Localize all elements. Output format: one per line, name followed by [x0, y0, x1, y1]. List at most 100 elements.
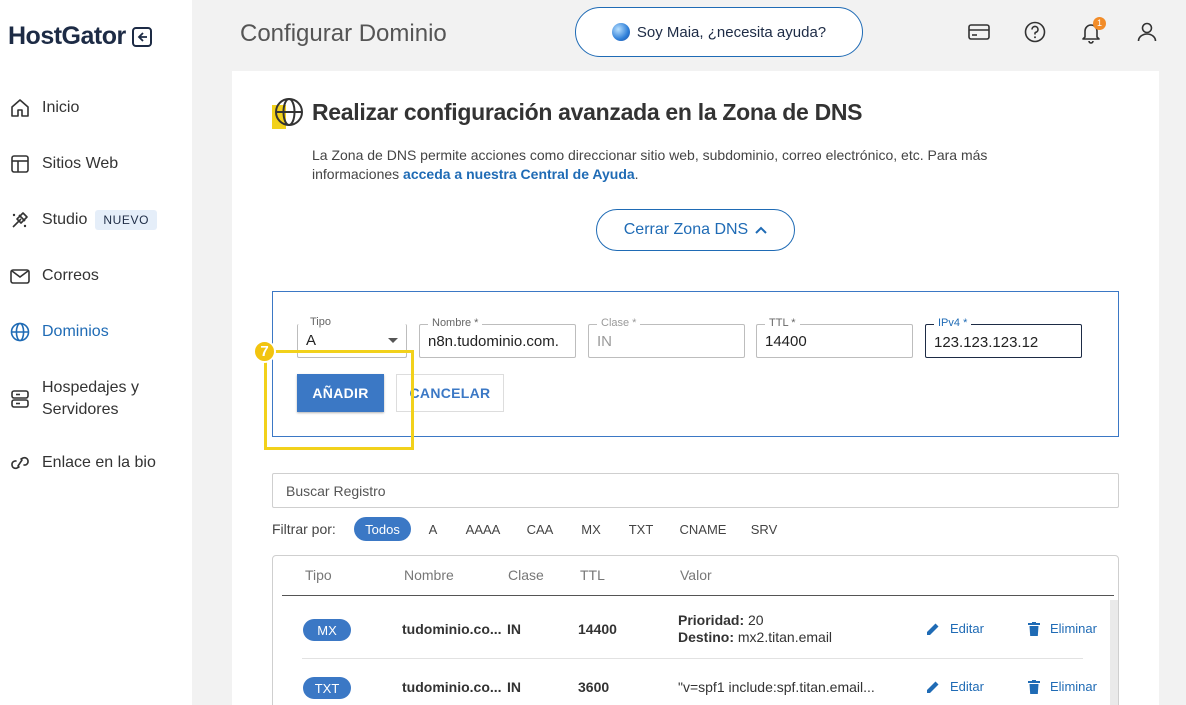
dns-description: La Zona de DNS permite acciones como dir… [312, 146, 1072, 184]
sidebar: HostGator Inicio Sitios Web Studio NUEVO… [0, 0, 192, 705]
record-name: tudominio.co... [402, 621, 502, 637]
sidebar-item-correos[interactable]: Correos [9, 265, 99, 287]
sidebar-item-hospedajes[interactable]: Hospedajes y Servidores [9, 377, 139, 421]
notification-bell-icon[interactable]: 1 [1079, 17, 1106, 44]
help-icon[interactable] [1023, 20, 1047, 44]
sidebar-item-label: Studio [42, 211, 88, 228]
row-divider [302, 658, 1083, 659]
home-icon [9, 97, 31, 119]
close-dns-zone-label: Cerrar Zona DNS [623, 221, 749, 238]
trash-icon [1028, 679, 1040, 694]
column-header-clase: Clase [508, 567, 544, 583]
step-number-badge: 7 [253, 340, 276, 363]
sidebar-item-studio[interactable]: Studio NUEVO [9, 209, 158, 231]
sidebar-item-sitios-web[interactable]: Sitios Web [9, 153, 118, 175]
dropdown-arrow-icon [388, 338, 398, 343]
nombre-label: Nombre * [428, 317, 483, 329]
delete-label: Eliminar [1050, 679, 1097, 694]
globe-icon [9, 321, 31, 343]
record-name: tudominio.co... [402, 679, 502, 695]
filter-chip-txt[interactable]: TXT [626, 517, 656, 541]
filter-chip-srv[interactable]: SRV [749, 517, 779, 541]
sidebar-item-enlace-bio[interactable]: Enlace en la bio [9, 452, 156, 474]
pencil-icon [927, 623, 939, 635]
record-ttl: 3600 [578, 679, 610, 695]
ttl-value: 14400 [765, 333, 807, 350]
website-icon [9, 153, 31, 175]
sidebar-item-label: Sitios Web [42, 155, 119, 172]
ipv4-input[interactable]: IPv4 * 123.123.123.12 [925, 317, 1082, 358]
priority-value: 20 [748, 612, 764, 628]
ipv4-value: 123.123.123.12 [934, 334, 1039, 351]
sidebar-item-label-line2: Servidores [42, 401, 119, 418]
assistant-button[interactable]: Soy Maia, ¿necesita ayuda? [575, 7, 863, 57]
record-type-badge: TXT [303, 677, 351, 699]
record-class: IN [507, 679, 521, 695]
nombre-input[interactable]: Nombre * n8n.tudominio.com. [419, 317, 576, 358]
ttl-input[interactable]: TTL * 14400 [756, 317, 913, 358]
page-title: Configurar Dominio [240, 20, 447, 47]
logo[interactable]: HostGator [8, 22, 152, 51]
sidebar-item-label-line1: Hospedajes y [42, 379, 139, 396]
logo-text: HostGator [8, 22, 126, 50]
assistant-label: Soy Maia, ¿necesita ayuda? [636, 23, 827, 41]
notification-count-badge: 1 [1093, 17, 1106, 30]
filter-chip-mx[interactable]: MX [578, 517, 604, 541]
clase-input: Clase * IN [588, 317, 745, 358]
server-icon [9, 388, 31, 410]
column-header-tipo: Tipo [305, 567, 332, 583]
trash-icon [1028, 621, 1040, 636]
header-divider [282, 595, 1114, 596]
user-account-icon[interactable] [1135, 20, 1159, 44]
table-scrollbar[interactable] [1110, 600, 1118, 705]
studio-icon [9, 209, 31, 231]
sidebar-item-label: Correos [42, 267, 99, 284]
sidebar-item-label: Inicio [42, 99, 80, 116]
dns-description-end: . [634, 166, 639, 182]
dns-globe-icon [272, 97, 304, 129]
record-value: "v=spf1 include:spf.titan.email... [678, 679, 875, 695]
filter-chip-a[interactable]: A [424, 517, 442, 541]
close-dns-zone-button[interactable]: Cerrar Zona DNS [596, 209, 795, 251]
help-center-link[interactable]: acceda a nuestra Central de Ayuda [403, 166, 635, 182]
billing-card-icon[interactable] [967, 20, 991, 44]
delete-record-button[interactable]: Eliminar [1028, 621, 1097, 636]
chevron-up-icon [755, 226, 767, 234]
sidebar-item-inicio[interactable]: Inicio [9, 97, 79, 119]
edit-record-button[interactable]: Editar [926, 621, 984, 636]
tipo-label: Tipo [306, 316, 335, 328]
edit-record-button[interactable]: Editar [926, 679, 984, 694]
filter-chip-cname[interactable]: CNAME [677, 517, 729, 541]
priority-key: Prioridad: [678, 612, 745, 628]
record-priority: Prioridad: 20 [678, 612, 764, 628]
destination-key: Destino: [678, 629, 734, 645]
record-class: IN [507, 621, 521, 637]
destination-value: mx2.titan.email [737, 629, 833, 645]
filters-label: Filtrar por: [272, 521, 336, 537]
record-type-badge: MX [303, 619, 351, 641]
delete-label: Eliminar [1050, 621, 1097, 636]
record-ttl: 14400 [578, 621, 617, 637]
column-header-nombre: Nombre [404, 567, 454, 583]
sidebar-item-label: Hospedajes y Servidores [42, 377, 139, 421]
collapse-sidebar-icon[interactable] [131, 26, 152, 47]
assistant-orb-icon [611, 23, 630, 41]
ttl-label: TTL * [765, 317, 800, 329]
filter-chip-caa[interactable]: CAA [524, 517, 556, 541]
new-badge: NUEVO [95, 210, 158, 230]
column-header-valor: Valor [680, 567, 712, 583]
tipo-value: A [306, 332, 317, 349]
ipv4-label: IPv4 * [934, 317, 972, 329]
sidebar-item-label: Enlace en la bio [42, 454, 156, 471]
pencil-icon [927, 681, 939, 693]
nombre-value: n8n.tudominio.com. [428, 333, 559, 350]
link-icon [9, 452, 31, 474]
filter-chip-aaaa[interactable]: AAAA [462, 517, 504, 541]
delete-record-button[interactable]: Eliminar [1028, 679, 1097, 694]
sidebar-item-label: Dominios [42, 323, 109, 340]
edit-label: Editar [950, 679, 984, 694]
search-input[interactable]: Buscar Registro [272, 473, 1119, 508]
mail-icon [9, 265, 31, 287]
filter-chip-todos[interactable]: Todos [354, 517, 411, 541]
sidebar-item-dominios[interactable]: Dominios [9, 321, 109, 343]
